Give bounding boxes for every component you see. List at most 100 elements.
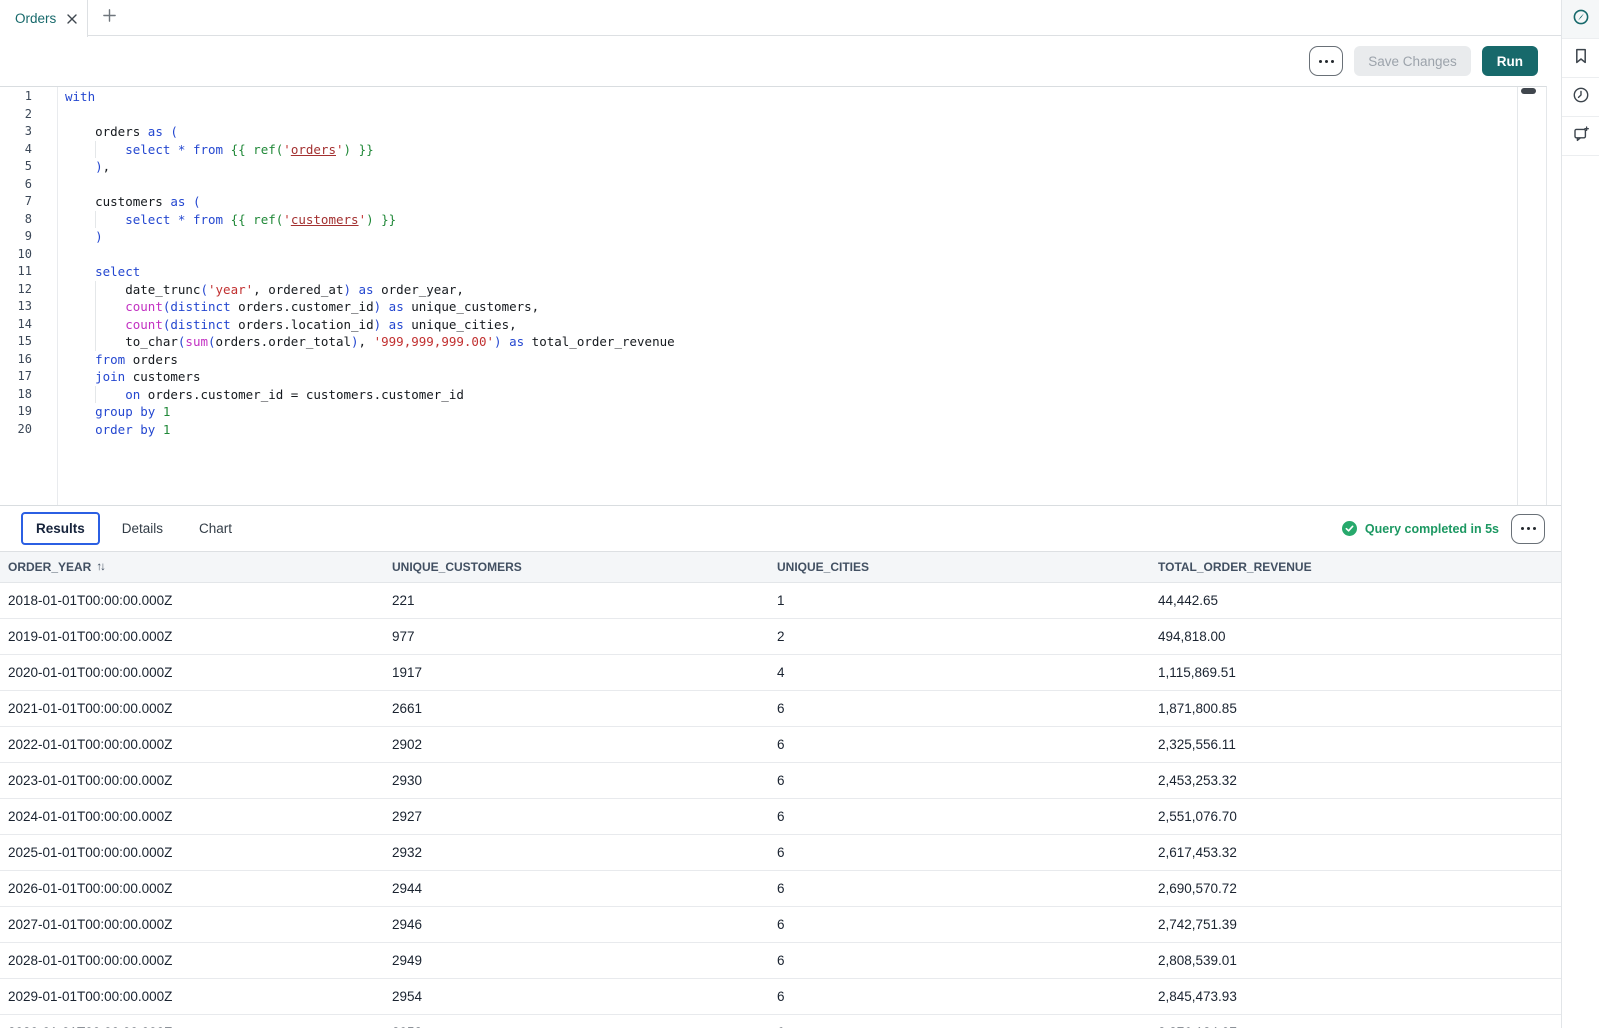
table-cell: 1,115,869.51	[1150, 665, 1561, 680]
table-cell: 6	[769, 845, 1150, 860]
code-line[interactable]	[65, 176, 1517, 194]
table-row[interactable]: 2029-01-01T00:00:00.000Z295462,845,473.9…	[0, 979, 1561, 1015]
code-line[interactable]: date_trunc('year', ordered_at) as order_…	[65, 281, 1517, 299]
table-cell: 2023-01-01T00:00:00.000Z	[0, 773, 384, 788]
table-cell: 2930	[384, 773, 769, 788]
table-cell: 2944	[384, 881, 769, 896]
line-number: 1	[0, 88, 32, 106]
table-row[interactable]: 2019-01-01T00:00:00.000Z9772494,818.00	[0, 619, 1561, 655]
editor-more-options-button[interactable]	[1309, 46, 1343, 76]
table-row[interactable]: 2018-01-01T00:00:00.000Z221144,442.65	[0, 583, 1561, 619]
code-line[interactable]	[65, 246, 1517, 264]
code-line[interactable]: with	[65, 88, 1517, 106]
editor-code[interactable]: with orders as ( select * from {{ ref('o…	[58, 87, 1517, 505]
column-header-unique-customers[interactable]: UNIQUE_CUSTOMERS	[384, 560, 769, 574]
code-line[interactable]: count(distinct orders.location_id) as un…	[65, 316, 1517, 334]
query-status: Query completed in 5s	[1342, 521, 1499, 536]
results-tab-bar: Results Details Chart Query completed in…	[0, 505, 1561, 552]
tab-results[interactable]: Results	[21, 512, 100, 545]
table-row[interactable]: 2028-01-01T00:00:00.000Z294962,808,539.0…	[0, 943, 1561, 979]
table-cell: 221	[384, 593, 769, 608]
bookmark-icon	[1572, 47, 1590, 70]
tab-orders-label: Orders	[15, 11, 56, 26]
results-more-options-button[interactable]	[1511, 514, 1545, 544]
tab-details[interactable]: Details	[108, 514, 177, 543]
sql-editor[interactable]: 1234567891011121314151617181920 with ord…	[0, 86, 1547, 505]
line-number: 16	[0, 351, 32, 369]
code-line[interactable]: select * from {{ ref('orders') }}	[65, 141, 1517, 159]
table-cell: 4	[769, 665, 1150, 680]
code-line[interactable]: ),	[65, 158, 1517, 176]
table-cell: 2661	[384, 701, 769, 716]
line-number: 18	[0, 386, 32, 404]
editor-scrollbar-thumb[interactable]	[1521, 88, 1536, 94]
code-line[interactable]: select * from {{ ref('customers') }}	[65, 211, 1517, 229]
save-changes-button[interactable]: Save Changes	[1354, 46, 1471, 76]
table-row[interactable]: 2025-01-01T00:00:00.000Z293262,617,453.3…	[0, 835, 1561, 871]
table-row[interactable]: 2021-01-01T00:00:00.000Z266161,871,800.8…	[0, 691, 1561, 727]
code-line[interactable]: to_char(sum(orders.order_total), '999,99…	[65, 333, 1517, 351]
sort-arrows-icon[interactable]: ↑↓	[96, 561, 104, 573]
code-line[interactable]	[65, 106, 1517, 124]
new-tab-button[interactable]	[88, 0, 130, 35]
column-header-total-order-revenue[interactable]: TOTAL_ORDER_REVENUE	[1150, 560, 1561, 574]
table-cell: 2902	[384, 737, 769, 752]
code-line[interactable]: count(distinct orders.customer_id) as un…	[65, 298, 1517, 316]
code-line[interactable]: orders as (	[65, 123, 1517, 141]
code-line[interactable]: from orders	[65, 351, 1517, 369]
code-area[interactable]: 1234567891011121314151617181920 with ord…	[0, 87, 1518, 505]
rail-item-history[interactable]	[1562, 78, 1599, 117]
table-row[interactable]: 2022-01-01T00:00:00.000Z290262,325,556.1…	[0, 727, 1561, 763]
code-line[interactable]: on orders.customer_id = customers.custom…	[65, 386, 1517, 404]
table-cell: 2,845,473.93	[1150, 989, 1561, 1004]
table-cell: 6	[769, 701, 1150, 716]
ai-chat-icon	[1572, 125, 1590, 148]
table-row[interactable]: 2023-01-01T00:00:00.000Z293062,453,253.3…	[0, 763, 1561, 799]
rail-item-bookmark[interactable]	[1562, 39, 1599, 78]
table-cell: 2025-01-01T00:00:00.000Z	[0, 845, 384, 860]
line-number: 6	[0, 176, 32, 194]
table-cell: 2021-01-01T00:00:00.000Z	[0, 701, 384, 716]
rail-item-copilot[interactable]	[1562, 0, 1599, 39]
table-row[interactable]: 2030-01-01T00:00:00.000Z295862,876,124.0…	[0, 1015, 1561, 1028]
line-number: 2	[0, 106, 32, 124]
table-cell: 6	[769, 809, 1150, 824]
table-cell: 2024-01-01T00:00:00.000Z	[0, 809, 384, 824]
column-header-order-year[interactable]: ORDER_YEAR ↑↓	[0, 560, 384, 574]
code-line[interactable]: )	[65, 228, 1517, 246]
line-number: 10	[0, 246, 32, 264]
close-icon[interactable]	[67, 14, 77, 24]
table-cell: 2954	[384, 989, 769, 1004]
query-status-text: Query completed in 5s	[1365, 522, 1499, 536]
line-number: 20	[0, 421, 32, 439]
ellipsis-icon	[1319, 60, 1322, 63]
table-row[interactable]: 2020-01-01T00:00:00.000Z191741,115,869.5…	[0, 655, 1561, 691]
table-cell: 2,551,076.70	[1150, 809, 1561, 824]
line-number: 4	[0, 141, 32, 159]
line-number: 14	[0, 316, 32, 334]
table-row[interactable]: 2024-01-01T00:00:00.000Z292762,551,076.7…	[0, 799, 1561, 835]
table-cell: 6	[769, 953, 1150, 968]
table-cell: 2,690,570.72	[1150, 881, 1561, 896]
run-button[interactable]: Run	[1482, 46, 1538, 76]
table-cell: 6	[769, 737, 1150, 752]
table-cell: 2927	[384, 809, 769, 824]
rail-item-ai-chat[interactable]	[1562, 117, 1599, 156]
column-header-unique-cities[interactable]: UNIQUE_CITIES	[769, 560, 1150, 574]
line-number: 12	[0, 281, 32, 299]
code-line[interactable]: group by 1	[65, 403, 1517, 421]
code-line[interactable]: customers as (	[65, 193, 1517, 211]
tab-orders[interactable]: Orders	[0, 0, 88, 37]
table-cell: 2,617,453.32	[1150, 845, 1561, 860]
code-line[interactable]: order by 1	[65, 421, 1517, 439]
table-cell: 494,818.00	[1150, 629, 1561, 644]
line-number: 8	[0, 211, 32, 229]
line-number: 15	[0, 333, 32, 351]
code-line[interactable]: select	[65, 263, 1517, 281]
table-row[interactable]: 2026-01-01T00:00:00.000Z294462,690,570.7…	[0, 871, 1561, 907]
table-row[interactable]: 2027-01-01T00:00:00.000Z294662,742,751.3…	[0, 907, 1561, 943]
table-cell: 2026-01-01T00:00:00.000Z	[0, 881, 384, 896]
tab-chart[interactable]: Chart	[185, 514, 246, 543]
table-cell: 2029-01-01T00:00:00.000Z	[0, 989, 384, 1004]
code-line[interactable]: join customers	[65, 368, 1517, 386]
